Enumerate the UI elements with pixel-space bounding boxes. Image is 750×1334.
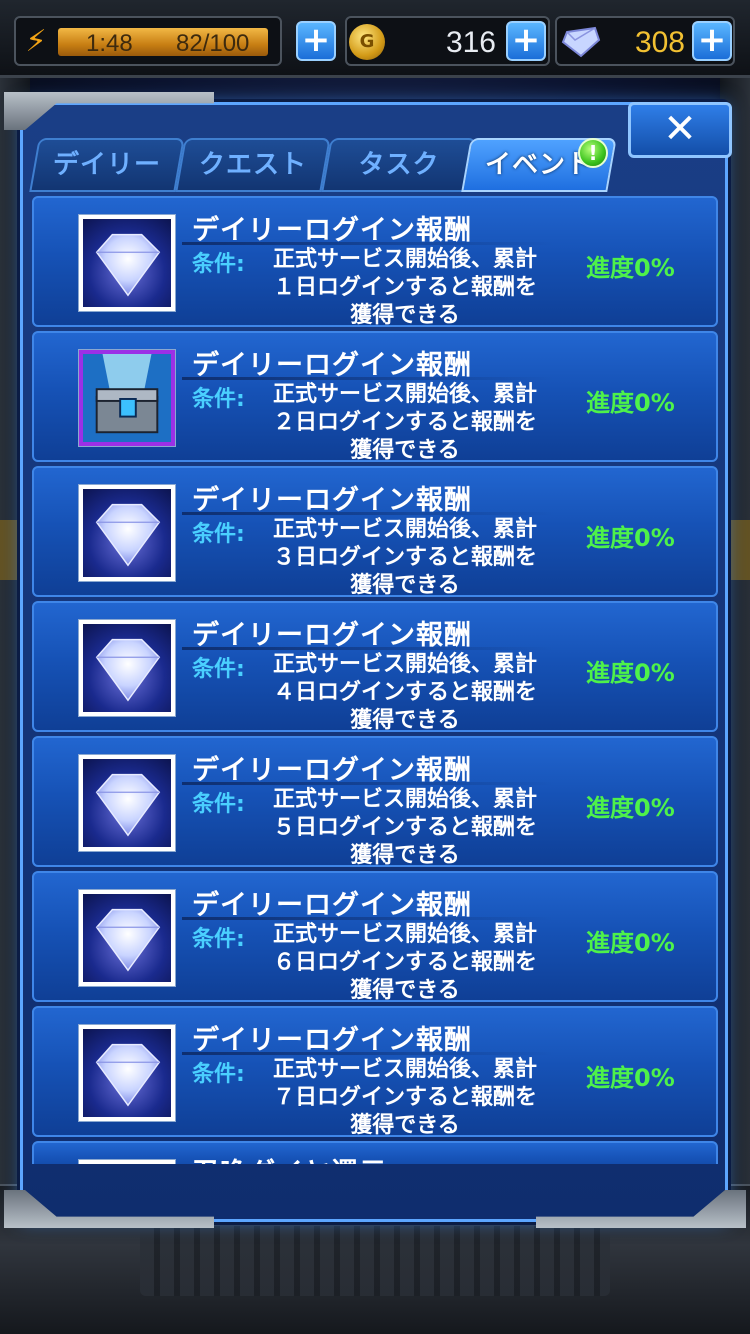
close-button[interactable]: ✕ — [628, 102, 732, 158]
mission-row[interactable]: デイリーログイン報酬 条件: 正式サービス開始後、累計 ５日ログインすると報酬を… — [32, 736, 718, 870]
progress-label: 進度0% — [586, 929, 675, 957]
stamina-timer: 1:48 — [86, 30, 133, 57]
condition-label: 条件: — [192, 792, 245, 817]
progress-label: 進度0% — [586, 254, 675, 282]
mission-row[interactable]: デイリーログイン報酬 条件: 正式サービス開始後、累計 １日ログインすると報酬を… — [32, 196, 718, 330]
condition-line-2: ３日ログインすると報酬を — [272, 545, 537, 570]
reward-thumbnail — [78, 889, 176, 987]
condition-label: 条件: — [192, 252, 245, 277]
condition-line-2: ２日ログインすると報酬を — [272, 410, 537, 435]
condition-line-1: 正式サービス開始後、累計 — [272, 247, 537, 272]
mission-row[interactable]: デイリーログイン報酬 条件: 正式サービス開始後、累計 ２日ログインすると報酬を… — [32, 331, 718, 465]
mission-row[interactable]: デイリーログイン報酬 条件: 正式サービス開始後、累計 ４日ログインすると報酬を… — [32, 601, 718, 735]
status-bar: ⚡ 1:48 82/100 + G 316 + 308 + — [0, 0, 750, 78]
condition-line-3: 獲得できる — [350, 978, 460, 1003]
reward-thumbnail — [78, 484, 176, 582]
condition-line-3: 獲得できる — [350, 303, 460, 328]
mission-row[interactable]: デイリーログイン報酬 条件: 正式サービス開始後、累計 ６日ログインすると報酬を… — [32, 871, 718, 1005]
progress-label: 進度0% — [586, 524, 675, 552]
notification-badge: ! — [578, 138, 608, 168]
condition-label: 条件: — [192, 522, 245, 547]
reward-thumbnail — [78, 619, 176, 717]
title-underline — [182, 647, 554, 650]
tab-quest[interactable]: クエスト — [175, 138, 331, 192]
reward-thumbnail — [78, 349, 176, 447]
condition-label: 条件: — [192, 657, 245, 682]
add-gems-button[interactable]: + — [692, 21, 732, 61]
condition-line-3: 獲得できる — [350, 438, 460, 463]
gold-value: 316 — [445, 26, 496, 59]
condition-line-1: 正式サービス開始後、累計 — [272, 652, 537, 677]
condition-text: 正式サービス開始後、累計 ６日ログインすると報酬を 獲得できる — [250, 921, 560, 1005]
condition-line-2: ６日ログインすると報酬を — [272, 950, 537, 975]
condition-line-2: ４日ログインすると報酬を — [272, 680, 537, 705]
condition-line-1: 正式サービス開始後、累計 — [272, 517, 537, 542]
condition-text: 正式サービス開始後、累計 ４日ログインすると報酬を 獲得できる — [250, 651, 560, 735]
tab-daily[interactable]: デイリー — [29, 138, 185, 192]
title-underline — [182, 1052, 554, 1055]
condition-line-2: １日ログインすると報酬を — [272, 275, 537, 300]
condition-line-1: 正式サービス開始後、累計 — [272, 922, 537, 947]
condition-label: 条件: — [192, 927, 245, 952]
condition-line-1: 正式サービス開始後、累計 — [272, 382, 537, 407]
gem-icon — [561, 26, 601, 58]
tab-label: デイリー — [52, 150, 161, 180]
mission-title: 召喚ダイヤ還元 — [192, 1151, 387, 1164]
tab-bar: デイリー クエスト タスク イベント — [29, 138, 617, 194]
diamond-icon — [83, 759, 171, 847]
tab-task[interactable]: タスク — [321, 138, 477, 192]
title-underline — [182, 512, 554, 515]
progress-label: 進度0% — [586, 1064, 675, 1092]
diamond-icon — [83, 489, 171, 577]
tab-label: タスク — [358, 150, 440, 180]
progress-label: 進度0% — [586, 659, 675, 687]
condition-label: 条件: — [192, 1062, 245, 1087]
title-underline — [182, 917, 554, 920]
diamond-icon — [83, 1029, 171, 1117]
mission-list[interactable]: デイリーログイン報酬 条件: 正式サービス開始後、累計 １日ログインすると報酬を… — [32, 196, 718, 1164]
progress-label: 進度0% — [586, 794, 675, 822]
condition-text: 正式サービス開始後、累計 ５日ログインすると報酬を 獲得できる — [250, 786, 560, 870]
chest-icon — [83, 354, 171, 442]
tab-label: クエスト — [198, 150, 307, 180]
title-underline — [182, 782, 554, 785]
reward-thumbnail — [78, 754, 176, 852]
add-stamina-button[interactable]: + — [296, 21, 336, 61]
progress-label: 進度0% — [586, 389, 675, 417]
condition-label: 条件: — [192, 387, 245, 412]
mission-row[interactable]: 召喚ダイヤ還元 — [32, 1141, 718, 1164]
gold-coin-icon: G — [349, 24, 385, 60]
stamina-value: 82/100 — [176, 30, 250, 57]
console-grille — [140, 1226, 610, 1296]
condition-line-3: 獲得できる — [350, 843, 460, 868]
reward-thumbnail — [78, 1159, 176, 1164]
condition-text: 正式サービス開始後、累計 ３日ログインすると報酬を 獲得できる — [250, 516, 560, 600]
mission-row[interactable]: デイリーログイン報酬 条件: 正式サービス開始後、累計 ３日ログインすると報酬を… — [32, 466, 718, 600]
condition-text: 正式サービス開始後、累計 ７日ログインすると報酬を 獲得できる — [250, 1056, 560, 1140]
diamond-icon — [83, 219, 171, 307]
diamond-icon — [83, 894, 171, 982]
gem-value: 308 — [634, 26, 685, 59]
title-underline — [182, 377, 554, 380]
add-gold-button[interactable]: + — [506, 21, 546, 61]
reward-thumbnail — [78, 214, 176, 312]
condition-line-3: 獲得できる — [350, 573, 460, 598]
reward-thumbnail — [78, 1024, 176, 1122]
title-underline — [182, 242, 554, 245]
condition-line-3: 獲得できる — [350, 1113, 460, 1138]
condition-text: 正式サービス開始後、累計 １日ログインすると報酬を 獲得できる — [250, 246, 560, 330]
mission-row[interactable]: デイリーログイン報酬 条件: 正式サービス開始後、累計 ７日ログインすると報酬を… — [32, 1006, 718, 1140]
condition-text: 正式サービス開始後、累計 ２日ログインすると報酬を 獲得できる — [250, 381, 560, 465]
condition-line-3: 獲得できる — [350, 708, 460, 733]
condition-line-1: 正式サービス開始後、累計 — [272, 1057, 537, 1082]
stamina-meter: ⚡ 1:48 82/100 — [14, 16, 282, 66]
condition-line-1: 正式サービス開始後、累計 — [272, 787, 537, 812]
lightning-bolt-icon: ⚡ — [25, 24, 47, 59]
condition-line-2: ５日ログインすると報酬を — [272, 815, 537, 840]
diamond-icon — [83, 624, 171, 712]
condition-line-2: ７日ログインすると報酬を — [272, 1085, 537, 1110]
